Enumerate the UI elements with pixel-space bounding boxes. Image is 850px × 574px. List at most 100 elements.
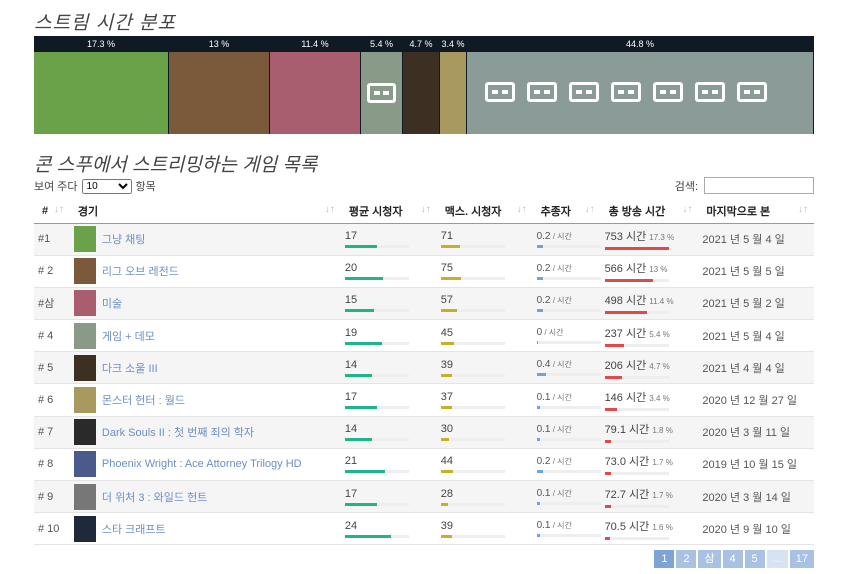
game-name-link[interactable]: 그냥 채팅 xyxy=(102,231,146,247)
pagination: 1 2 삼 4 5... 17 xyxy=(654,550,814,568)
segment-percent: 17.3 % xyxy=(34,36,168,52)
game-cover-image xyxy=(34,52,168,134)
followers-value: 0.2 / 시간 xyxy=(536,262,572,274)
column-header[interactable]: 맥스. 시청자 ↓↑ xyxy=(436,199,533,224)
table-row: #1 그냥 채팅 17 71 0.2 / 시간 753 시간 17.3 % 2021 년 5… xyxy=(34,223,814,256)
column-header-label: 추종자 xyxy=(540,205,571,218)
max-viewers-bar xyxy=(440,341,505,345)
game-name-link[interactable]: 몬스터 헌터 : 월드 xyxy=(102,392,185,408)
rank-cell: # 10 xyxy=(34,512,70,546)
stream-time-distribution-title: 스트림 시간 분포 xyxy=(34,13,176,34)
followers-value: 0.2 / 시간 xyxy=(536,294,572,306)
game-name-link[interactable]: 게임 + 데모 xyxy=(102,328,155,344)
game-thumbnail[interactable] xyxy=(73,258,96,285)
column-header[interactable]: 평균 시청자 ↓↑ xyxy=(340,199,437,224)
game-name-link[interactable]: 다크 소울 III xyxy=(102,360,158,376)
followers-bar xyxy=(536,244,601,248)
avg-viewers-bar xyxy=(344,406,409,410)
rank-cell: #삼 xyxy=(34,287,70,321)
length-suffix: 항목 xyxy=(135,181,156,193)
game-name-link[interactable]: Phoenix Wright : Ace Attorney Trilogy HD xyxy=(102,458,302,470)
game-thumbnail[interactable] xyxy=(73,515,96,542)
followers-bar xyxy=(536,437,601,441)
sort-icon[interactable]: ↓↑ xyxy=(798,204,808,215)
pagination-page-button[interactable]: 5 xyxy=(744,550,765,568)
column-header[interactable]: 마지막으로 본 ↓↑ xyxy=(698,199,814,224)
search-input[interactable] xyxy=(704,177,814,194)
game-name-link[interactable]: 리그 오브 레전드 xyxy=(102,263,179,279)
avg-viewers-bar xyxy=(344,373,409,377)
avg-viewers-value: 17 xyxy=(344,487,358,500)
followers-value: 0.2 / 시간 xyxy=(536,455,572,467)
game-name-link[interactable]: 더 위처 3 : 와일드 헌트 xyxy=(102,489,207,505)
total-stream-time-bar xyxy=(604,536,669,540)
distribution-segment[interactable]: 4.7 % xyxy=(403,36,440,134)
last-seen-cell: 2020 년 12 월 27 일 xyxy=(698,383,814,417)
sort-icon[interactable]: ↓↑ xyxy=(585,204,595,215)
avg-viewers-bar xyxy=(344,341,409,345)
game-thumbnail[interactable] xyxy=(73,290,96,317)
column-header-label: # xyxy=(42,204,49,217)
stream-time-distribution-bar: 17.3 % 13 % 11.4 % 5.4 % 4.7 % 3.4 % 44.8 % xyxy=(34,36,814,134)
game-name-link[interactable]: 스타 크래프트 xyxy=(102,521,166,537)
pagination-page-button[interactable]: 1 xyxy=(654,550,675,568)
column-header[interactable]: # ↓↑ xyxy=(34,199,70,224)
sort-icon[interactable]: ↓↑ xyxy=(517,204,527,215)
avg-viewers-bar xyxy=(344,245,409,249)
distribution-segment[interactable]: 44.8 % xyxy=(467,36,814,134)
followers-bar xyxy=(536,341,601,345)
max-viewers-value: 39 xyxy=(440,519,453,532)
followers-bar xyxy=(536,308,601,312)
game-name-link[interactable]: Dark Souls II : 첫 번째 죄의 학자 xyxy=(102,424,254,440)
max-viewers-value: 71 xyxy=(440,230,453,243)
game-thumbnail[interactable] xyxy=(73,322,96,349)
game-name-link[interactable]: 미술 xyxy=(102,295,122,311)
rank-cell: #1 xyxy=(34,223,70,256)
game-cover-image xyxy=(467,52,813,134)
total-stream-time: 753 시간 17.3 % xyxy=(604,231,675,244)
column-header[interactable]: 경기 ↓↑ xyxy=(69,199,341,224)
pagination-page-button[interactable]: 2 xyxy=(676,550,697,568)
column-header[interactable]: 총 방송 시간 ↓↑ xyxy=(600,199,699,224)
game-thumbnail[interactable] xyxy=(73,451,96,478)
game-thumbnail[interactable] xyxy=(73,419,96,446)
total-stream-time-bar xyxy=(604,247,669,251)
game-thumbnail[interactable] xyxy=(73,354,96,381)
rank-cell: # 2 xyxy=(34,255,70,288)
distribution-segment[interactable]: 11.4 % xyxy=(270,36,361,134)
last-seen-cell: 2021 년 5 월 4 일 xyxy=(698,223,814,256)
pagination-page-button[interactable]: 4 xyxy=(722,550,743,568)
max-viewers-value: 44 xyxy=(440,455,453,468)
total-stream-time: 146 시간 3.4 % xyxy=(604,392,670,405)
max-viewers-bar xyxy=(440,406,505,410)
distribution-segment[interactable]: 5.4 % xyxy=(361,36,403,134)
distribution-segment[interactable]: 3.4 % xyxy=(440,36,467,134)
total-stream-time-bar xyxy=(604,504,669,508)
sort-icon[interactable]: ↓↑ xyxy=(682,204,692,215)
pagination-page-button[interactable]: 17 xyxy=(789,550,814,568)
followers-value: 0 / 시간 xyxy=(536,327,564,339)
segment-percent: 44.8 % xyxy=(467,36,813,52)
column-header[interactable]: 추종자 ↓↑ xyxy=(532,199,601,224)
max-viewers-bar xyxy=(440,534,505,538)
game-cover-image xyxy=(361,52,402,134)
distribution-segment[interactable]: 13 % xyxy=(169,36,270,134)
game-thumbnail[interactable] xyxy=(73,226,96,253)
game-thumbnail[interactable] xyxy=(73,483,96,510)
column-header-label: 평균 시청자 xyxy=(348,205,403,218)
controller-icon xyxy=(695,82,725,102)
distribution-segment[interactable]: 17.3 % xyxy=(34,36,169,134)
page-length-select[interactable]: 10 xyxy=(81,178,132,194)
controller-icon xyxy=(737,82,767,102)
sort-icon[interactable]: ↓↑ xyxy=(421,204,431,215)
pagination-page-button[interactable]: 삼 xyxy=(698,550,721,568)
sort-icon[interactable]: ↓↑ xyxy=(54,204,64,215)
segment-percent: 11.4 % xyxy=(270,36,360,52)
followers-value: 0.1 / 시간 xyxy=(536,423,572,435)
followers-value: 0.1 / 시간 xyxy=(536,391,572,403)
sort-icon[interactable]: ↓↑ xyxy=(325,204,335,215)
total-stream-time-bar xyxy=(604,440,669,444)
segment-percent: 5.4 % xyxy=(361,36,402,52)
game-thumbnail[interactable] xyxy=(73,387,96,414)
table-row: # 8 Phoenix Wright : Ace Attorney Trilogy… xyxy=(34,448,814,482)
